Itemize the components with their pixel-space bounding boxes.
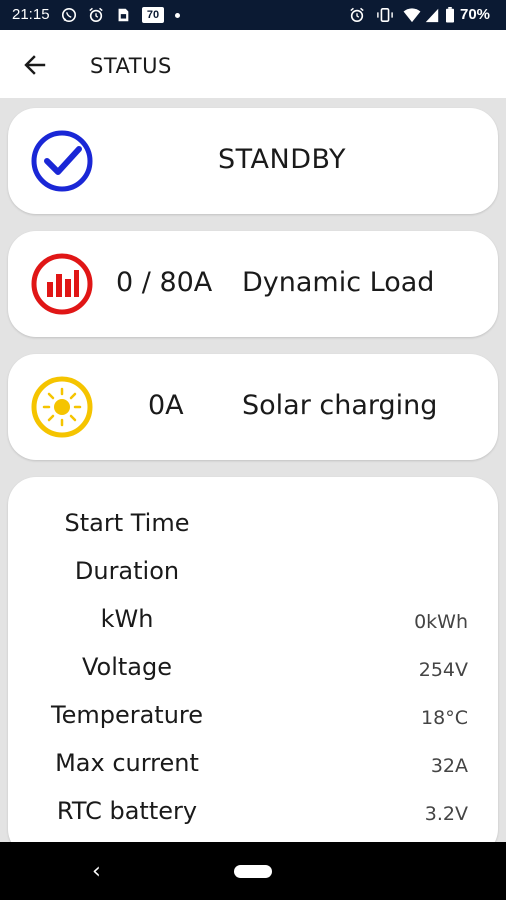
signal-icon [425, 8, 439, 23]
status-card: STANDBY [8, 108, 498, 214]
info-row-rtc-battery: RTC battery 3.2V [8, 789, 498, 837]
charging-info-card: Start Time Duration kWh 0kWh Voltage 254… [8, 477, 498, 857]
status-bar: 21:15 70 70% [0, 0, 506, 30]
clock: 21:15 [12, 6, 50, 23]
more-notifications-dot [175, 13, 180, 18]
info-row-kwh: kWh 0kWh [8, 597, 498, 645]
info-label: Start Time [64, 509, 190, 537]
system-nav-bar: ‹ [0, 842, 506, 900]
notification-badge: 70 [142, 7, 164, 23]
arrow-left-icon[interactable] [22, 52, 48, 78]
dynamic-load-card: 0 / 80A Dynamic Load [8, 231, 498, 337]
sim-icon [118, 8, 129, 22]
nav-back-icon[interactable]: ‹ [92, 859, 101, 884]
wifi-icon [403, 8, 421, 23]
info-row-voltage: Voltage 254V [8, 645, 498, 693]
nav-home-icon[interactable] [234, 865, 272, 878]
status-text: STANDBY [218, 144, 347, 175]
alarm-icon [350, 7, 364, 23]
whatsapp-icon [61, 7, 77, 23]
info-row-duration: Duration [8, 549, 498, 597]
page-title: STATUS [90, 54, 172, 78]
vibrate-icon [377, 7, 393, 23]
bar-chart-icon [31, 253, 93, 315]
battery-percent: 70% [460, 6, 491, 23]
info-label: kWh [100, 605, 154, 633]
sun-icon [31, 376, 93, 438]
info-label: RTC battery [56, 797, 198, 825]
check-circle-icon [31, 130, 93, 192]
info-label: Voltage [81, 653, 173, 681]
info-value: 0kWh [414, 611, 468, 633]
solar-charging-card: 0A Solar charging [8, 354, 498, 460]
info-label: Max current [55, 749, 199, 777]
load-label: Dynamic Load [242, 267, 435, 298]
battery-icon [446, 7, 454, 23]
alarm-icon [89, 7, 103, 23]
info-row-max-current: Max current 32A [8, 741, 498, 789]
info-label: Duration [74, 557, 180, 585]
info-label: Temperature [50, 701, 204, 729]
info-row-temperature: Temperature 18°C [8, 693, 498, 741]
solar-label: Solar charging [242, 390, 438, 421]
solar-value: 0A [148, 390, 184, 421]
info-value: 18°C [421, 707, 468, 729]
info-value: 32A [430, 755, 468, 777]
info-value: 254V [418, 659, 468, 681]
load-value: 0 / 80A [116, 267, 213, 298]
info-value: 3.2V [424, 803, 468, 825]
app-bar: STATUS [0, 30, 506, 98]
info-row-start-time: Start Time [8, 501, 498, 549]
